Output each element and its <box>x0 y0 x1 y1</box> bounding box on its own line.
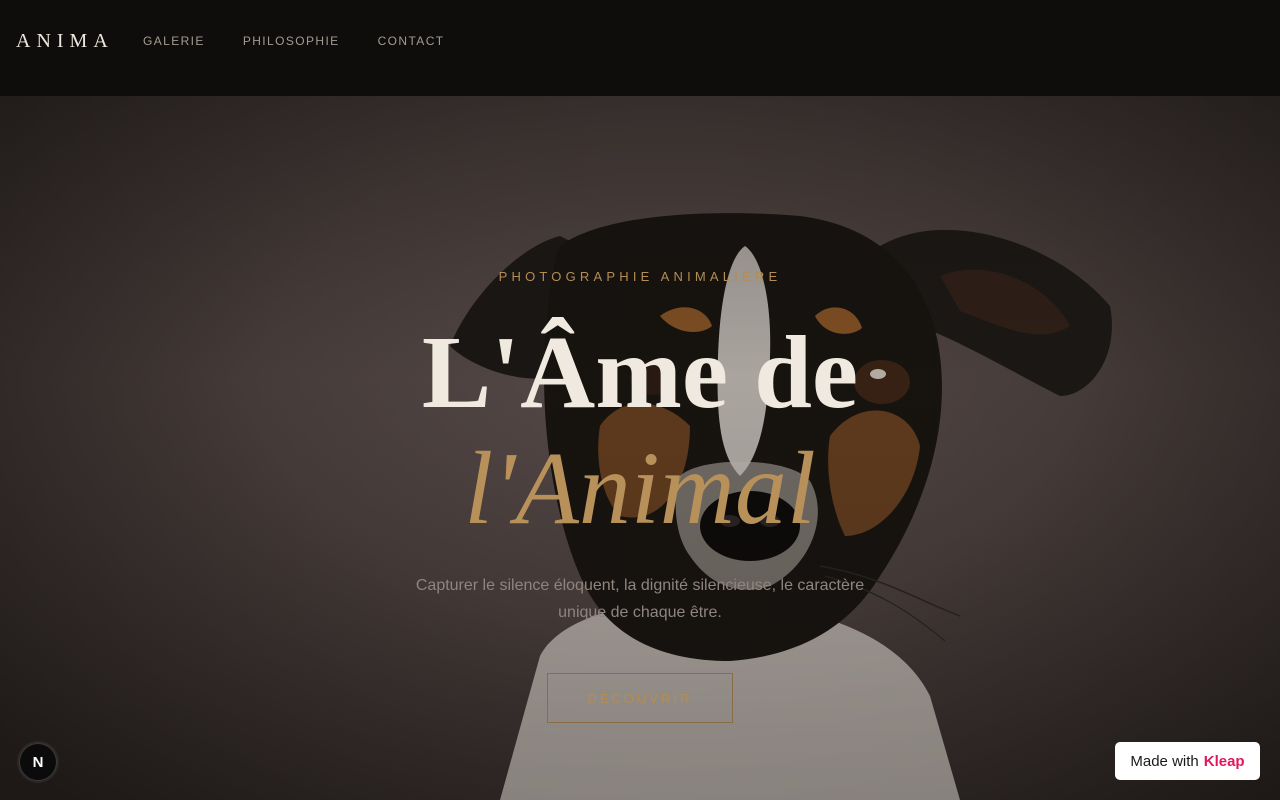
made-with-prefix: Made with <box>1130 752 1199 770</box>
top-navigation-bar: ANIMA GALERIE PHILOSOPHIE CONTACT <box>0 0 1280 96</box>
n-badge-icon[interactable]: N <box>19 743 57 781</box>
hero-title-line-1: L'Âme de <box>421 315 859 430</box>
hero-title-line-2: l'Animal <box>464 431 816 546</box>
hero-subtitle: Capturer le silence éloquent, la dignité… <box>415 577 865 621</box>
n-badge-letter: N <box>32 753 44 771</box>
made-with-brand: Kleap <box>1203 752 1245 770</box>
made-with-kleap-badge[interactable]: Made with Kleap <box>1115 742 1260 780</box>
nav-item-contact[interactable]: CONTACT <box>378 34 445 48</box>
hero-section: PHOTOGRAPHIE ANIMALIÈRE L'Âme de l'Anima… <box>0 96 1280 800</box>
main-nav: GALERIE PHILOSOPHIE CONTACT <box>143 34 483 48</box>
site-logo[interactable]: ANIMA <box>16 30 114 53</box>
discover-button[interactable]: DÉCOUVRIR <box>547 673 733 723</box>
nav-item-philosophie[interactable]: PHILOSOPHIE <box>243 34 340 48</box>
nav-item-galerie[interactable]: GALERIE <box>143 34 205 48</box>
hero-eyebrow: PHOTOGRAPHIE ANIMALIÈRE <box>498 269 782 284</box>
